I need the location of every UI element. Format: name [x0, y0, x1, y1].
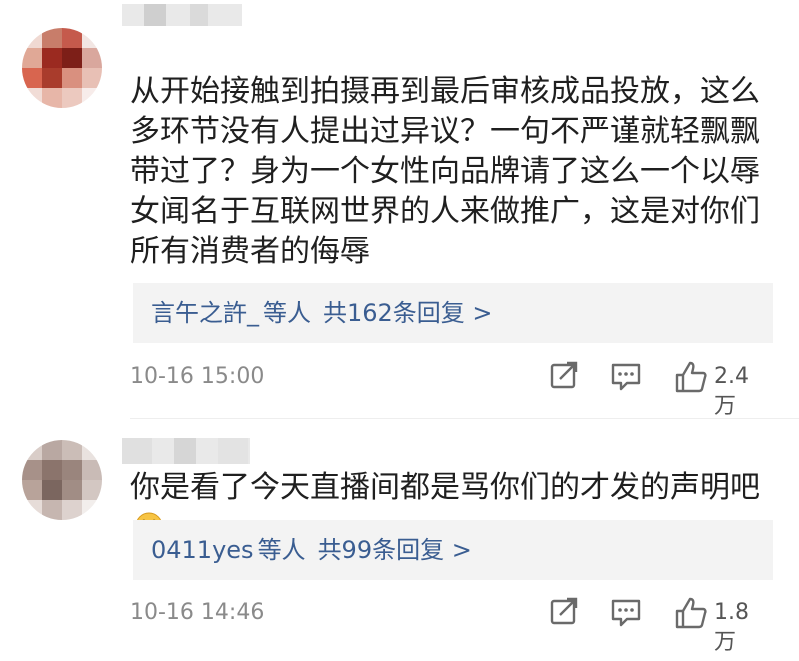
- comment-meta: 10-16 14:46 1.8万: [130, 596, 770, 655]
- comment-text-content: 你是看了今天直播间都是骂你们的才发的声明吧: [130, 470, 760, 505]
- comment-meta: 10-16 15:00 2.4万: [130, 360, 770, 419]
- timestamp: 10-16 15:00: [130, 364, 265, 389]
- like-count: 2.4万: [714, 364, 749, 419]
- thumbs-up-icon[interactable]: [674, 360, 708, 394]
- comment-icon[interactable]: [610, 360, 642, 392]
- timestamp: 10-16 14:46: [130, 600, 265, 625]
- avatar[interactable]: [22, 440, 102, 520]
- reply-count-link[interactable]: 共162条回复 >: [323, 299, 493, 327]
- reply-user-link[interactable]: 0411yes: [151, 536, 254, 564]
- replies-summary[interactable]: 0411yes 等人 共99条回复 >: [133, 520, 773, 580]
- username-blurred[interactable]: [122, 4, 242, 26]
- share-icon[interactable]: [548, 596, 580, 628]
- thumbs-up-icon[interactable]: [674, 596, 708, 630]
- avatar[interactable]: [22, 28, 102, 108]
- comment-text: 从开始接触到拍摄再到最后审核成品投放，这么多环节没有人提出过异议？一句不严谨就轻…: [130, 74, 760, 269]
- divider: [130, 418, 799, 419]
- comment-1: 从开始接触到拍摄再到最后审核成品投放，这么多环节没有人提出过异议？一句不严谨就轻…: [0, 0, 799, 420]
- reply-label: 等人: [263, 299, 311, 327]
- comment-icon[interactable]: [610, 596, 642, 628]
- like-count: 1.8万: [714, 600, 749, 655]
- share-icon[interactable]: [548, 360, 580, 392]
- reply-count-link[interactable]: 共99条回复 >: [318, 536, 472, 564]
- username-blurred[interactable]: [122, 438, 250, 464]
- replies-summary[interactable]: 言午之許_ 等人 共162条回复 >: [133, 283, 773, 343]
- comment-2: 你是看了今天直播间都是骂你们的才发的声明吧 0411yes 等人 共99条回复 > …: [0, 420, 799, 661]
- reply-user-link[interactable]: 言午之許_: [151, 299, 259, 327]
- reply-label: 等人: [257, 536, 306, 564]
